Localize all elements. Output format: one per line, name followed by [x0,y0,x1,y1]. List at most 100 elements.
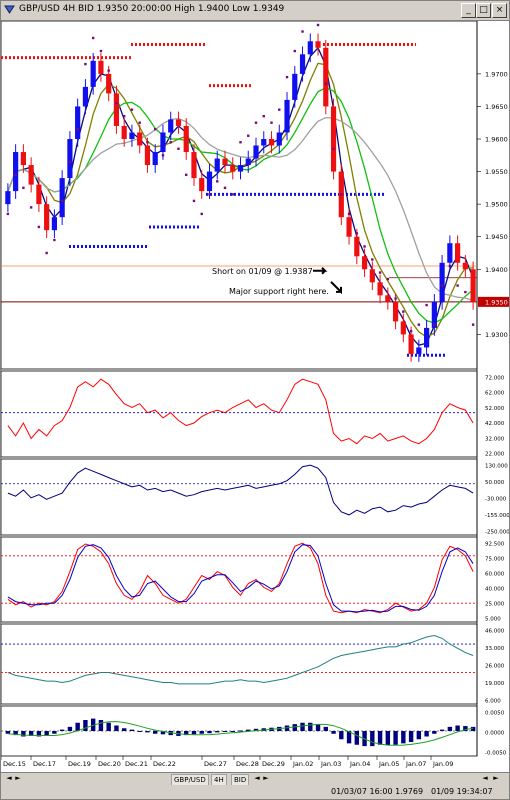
status-cursor-info: 01/03/07 16:00 1.9769 [331,787,424,796]
candle-body [199,178,205,192]
hist-bar [308,722,313,731]
chart-window: GBP/USD 4H BID 1.9350 20:00:00 High 1.94… [0,0,510,800]
sar-dot [107,69,110,72]
candle-body [470,269,476,302]
title-bar[interactable]: GBP/USD 4H BID 1.9350 20:00:00 High 1.94… [1,1,509,21]
chart-window-icon[interactable] [4,4,15,15]
candle-body [121,125,127,139]
osc1-tick-label: 22.000 [485,452,505,458]
scroll-left-arrow[interactable]: ◄ [481,774,489,783]
sar-dot [84,62,87,66]
sar-dot [464,290,467,294]
sar-dot [138,121,141,124]
candle-body [206,171,213,192]
candle-body [423,327,430,348]
sar-dot [371,258,374,261]
sar-dot [45,251,48,255]
sar-dot [122,115,126,118]
close-button[interactable]: × [492,3,507,18]
hist-bar [137,731,142,732]
candle-body [5,191,11,205]
candle-body [284,99,290,133]
candle-body [323,47,329,107]
hist-bar [470,726,476,731]
stoch-tick-label: 75.000 [485,557,505,563]
sar-dot [254,121,258,124]
x-axis-label: Dec.19 [68,760,91,768]
hist-bar [323,726,328,731]
candle-body [191,152,197,179]
hist-bar [129,729,135,731]
candle-body [292,73,298,100]
support-annotation: Major support right here. [229,287,329,296]
sar-dot [301,30,304,33]
candle-body [299,54,306,74]
candle-body [28,165,34,185]
sar-dot [417,323,421,326]
osc1-tick-label: 42.000 [485,421,505,427]
panel-frame-2 [1,458,478,536]
panel-frame-4 [1,623,478,705]
panel-frame-3 [1,536,478,623]
hist-bar [5,731,11,734]
sar-dot [456,284,459,287]
hist-bar [215,731,220,733]
candle-body [98,60,104,74]
sar-dot [216,180,219,183]
sar-dot [293,49,296,53]
hist-bar [432,731,437,734]
candle-body [408,334,414,354]
candle-body [152,152,158,166]
sar-dot [185,173,188,177]
candle-body [160,132,166,153]
adx-tick-label: 6.000 [485,699,501,705]
chart-area[interactable]: Short on 01/09 @ 1.9387 Major support rig… [1,21,509,771]
x-axis-label: Dec.20 [98,760,121,768]
hist-bar [238,730,243,732]
sar-dot [161,154,165,157]
x-axis-label: Dec.28 [236,760,259,768]
candle-body [222,158,228,166]
sar-dot [169,141,172,144]
hist-bar [455,725,460,731]
sar-dot [262,115,265,118]
hist-bar [199,731,204,734]
candle-body [416,347,422,354]
tab-scroll-left-arrow[interactable]: ◄ [5,774,13,783]
sar-dot [154,128,157,131]
sar-dot [324,82,327,85]
x-axis-label: Jan.07 [405,760,426,768]
candle-body [400,321,406,335]
status-time: 01/09 19:34:07 [431,787,493,796]
sar-dot [14,173,17,177]
hist-bar [121,728,127,731]
candle-body [36,184,42,205]
short-entry-annotation: Short on 01/09 @ 1.9387 [212,267,313,276]
sar-dot [29,206,33,209]
x-axis-label: Jan.03 [320,760,341,768]
hist-bar [315,724,321,731]
minimize-button[interactable]: _ [461,3,476,18]
hist-bar [439,729,445,731]
sar-dot [22,186,25,190]
osc2-tick-label: -155.000 [485,513,509,519]
candle-body [261,139,267,146]
hist-bar [52,731,57,734]
scroll-right-arrow[interactable]: ► [492,774,500,783]
x-axis-label: Dec.15 [3,760,26,768]
tab-scroll-left-arrow-2[interactable]: ◄ [253,774,261,783]
candle-body [330,106,337,172]
hist-bar [354,731,360,745]
tab-scroll-right-arrow[interactable]: ► [14,774,22,783]
maximize-button[interactable]: □ [476,3,491,18]
tab-scroll-right-arrow-2[interactable]: ► [262,774,270,783]
osc1-tick-label: 62.000 [485,391,505,397]
sar-dot [146,141,149,144]
sar-dot [402,310,405,313]
candle-body [59,178,65,218]
sar-dot [409,329,413,333]
hist-bar [98,720,104,731]
hist-tick-label: 0.0000 [485,731,505,737]
candle-body [361,256,368,270]
candle-body [137,132,143,146]
